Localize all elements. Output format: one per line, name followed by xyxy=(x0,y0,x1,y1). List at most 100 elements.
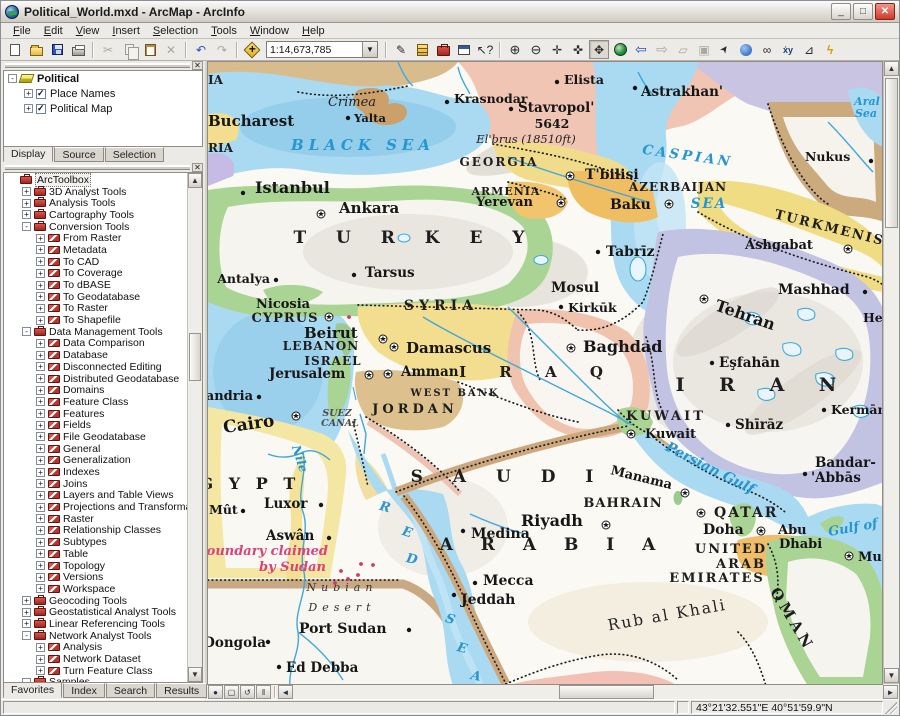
full-extent-button[interactable] xyxy=(610,40,630,59)
toolbox-item-label[interactable]: Fields xyxy=(63,419,91,431)
toolbox-item-analysis[interactable]: +Analysis xyxy=(6,642,186,654)
zoom-in-button[interactable]: ⊕ xyxy=(505,40,525,59)
pause-drawing-button[interactable]: ‖ xyxy=(256,685,271,699)
fixed-zoom-out-button[interactable]: ✜ xyxy=(568,40,588,59)
expand-icon[interactable]: + xyxy=(36,538,45,547)
new-document-button[interactable] xyxy=(5,40,25,59)
toolbox-item-label[interactable]: Network Analyst Tools xyxy=(49,630,152,642)
tab-selection[interactable]: Selection xyxy=(105,147,164,162)
toolbox-item-label[interactable]: Data Management Tools xyxy=(49,326,163,338)
toolbox-item-label[interactable]: Data Comparison xyxy=(63,337,145,349)
scroll-right-icon[interactable]: ► xyxy=(883,685,898,699)
expand-icon[interactable]: + xyxy=(36,362,45,371)
toolbox-item-projections-and-transformations[interactable]: +Projections and Transformations xyxy=(6,501,186,513)
toolbox-item-indexes[interactable]: +Indexes xyxy=(6,466,186,478)
save-button[interactable] xyxy=(47,40,67,59)
collapse-icon[interactable]: - xyxy=(8,74,17,83)
toolbox-item-database[interactable]: +Database xyxy=(6,349,186,361)
expand-icon[interactable]: + xyxy=(36,655,45,664)
scrollbar-thumb[interactable] xyxy=(189,333,201,381)
toc-close-icon[interactable]: ✕ xyxy=(192,61,203,70)
close-button[interactable]: ✕ xyxy=(875,3,895,20)
tab-display[interactable]: Display xyxy=(3,147,53,162)
toolbox-item-subtypes[interactable]: + Subtypes xyxy=(6,536,186,548)
maximize-button[interactable]: □ xyxy=(853,3,873,20)
toc-grip[interactable]: ✕ xyxy=(1,61,205,70)
toolbox-item-3d-analyst-tools[interactable]: +3D Analyst Tools xyxy=(6,186,186,198)
toolbox-item-label[interactable]: Conversion Tools xyxy=(49,221,129,233)
toolbox-item-label[interactable]: Features xyxy=(63,408,104,420)
menu-edit[interactable]: Edit xyxy=(38,24,69,38)
toolbox-item-label[interactable]: Database xyxy=(63,349,108,361)
arctoolbox-scrollbar[interactable]: ▲ ▼ xyxy=(187,173,202,682)
toolbox-item-file-geodatabase[interactable]: +File Geodatabase xyxy=(6,431,186,443)
menu-view[interactable]: View xyxy=(70,24,106,38)
expand-icon[interactable]: + xyxy=(36,386,45,395)
zoom-out-button[interactable]: ⊖ xyxy=(526,40,546,59)
toolbox-item-features[interactable]: + Features xyxy=(6,408,186,420)
toolbox-item-label[interactable]: Workspace xyxy=(63,583,115,595)
expand-icon[interactable]: + xyxy=(36,304,45,313)
scrollbar-thumb[interactable] xyxy=(559,685,654,699)
toolbox-item-label[interactable]: Subtypes xyxy=(63,536,107,548)
toolbox-item-label[interactable]: Raster xyxy=(63,513,94,525)
identify-button[interactable] xyxy=(736,40,756,59)
menu-help[interactable]: Help xyxy=(296,24,331,38)
toolbox-item-label[interactable]: Analysis xyxy=(63,641,102,653)
expand-icon[interactable]: + xyxy=(36,549,45,558)
toolbox-item-label[interactable]: Versions xyxy=(63,571,103,583)
toolbox-item-domains[interactable]: +Domains xyxy=(6,384,186,396)
toolbox-item-layers-and-table-views[interactable]: +Layers and Table Views xyxy=(6,490,186,502)
toolbox-item-versions[interactable]: +Versions xyxy=(6,571,186,583)
toolbox-item-cartography-tools[interactable]: +Cartography Tools xyxy=(6,209,186,221)
pan-button[interactable]: ✥ xyxy=(589,40,609,59)
layout-view-button[interactable]: ▢ xyxy=(224,685,239,699)
expand-icon[interactable]: + xyxy=(24,89,33,98)
expand-icon[interactable]: + xyxy=(36,444,45,453)
toolbox-item-arctoolbox[interactable]: ArcToolbox xyxy=(6,174,186,186)
toolbox-item-label[interactable]: To Shapefile xyxy=(63,314,121,326)
menu-tools[interactable]: Tools xyxy=(205,24,243,38)
layer-checkbox[interactable] xyxy=(36,104,46,114)
scroll-up-icon[interactable]: ▲ xyxy=(884,61,899,76)
toolbox-item-turn-feature-class[interactable]: +Turn Feature Class xyxy=(6,665,186,677)
toolbox-item-label[interactable]: Turn Feature Class xyxy=(63,665,152,677)
toolbox-item-label[interactable]: Geocoding Tools xyxy=(49,595,127,607)
menu-window[interactable]: Window xyxy=(244,24,295,38)
arctoolbox-window-button[interactable] xyxy=(433,40,453,59)
toolbox-item-label[interactable]: Feature Class xyxy=(63,396,128,408)
title-bar[interactable]: Political_World.mxd - ArcMap - ArcInfo _… xyxy=(1,1,899,23)
open-button[interactable] xyxy=(26,40,46,59)
toolbox-item-label[interactable]: Projections and Transformations xyxy=(63,501,203,513)
expand-icon[interactable]: + xyxy=(36,409,45,418)
expand-icon[interactable]: + xyxy=(36,257,45,266)
forward-extent-button[interactable]: ⇨ xyxy=(652,40,672,59)
select-elements-button[interactable]: ➤ xyxy=(711,36,738,63)
toolbox-item-to-geodatabase[interactable]: +To Geodatabase xyxy=(6,291,186,303)
toolbox-item-label[interactable]: Metadata xyxy=(63,244,107,256)
toolbox-item-label[interactable]: Linear Referencing Tools xyxy=(49,618,165,630)
scroll-left-icon[interactable]: ◄ xyxy=(278,685,293,699)
expand-icon[interactable]: + xyxy=(22,619,31,628)
toolbox-item-label[interactable]: Relationship Classes xyxy=(63,524,161,536)
toolbox-item-to-coverage[interactable]: +To Coverage xyxy=(6,268,186,280)
toolbox-item-samples[interactable]: -Samples xyxy=(6,677,186,683)
expand-icon[interactable]: + xyxy=(36,397,45,406)
map-canvas[interactable]: BLACK SEACASPIANSEAAralSeaPersian GulfGu… xyxy=(208,62,883,685)
toolbox-item-from-raster[interactable]: +From Raster xyxy=(6,232,186,244)
toolbox-item-label[interactable]: Topology xyxy=(63,560,105,572)
toolbox-item-label[interactable]: Geostatistical Analyst Tools xyxy=(49,606,176,618)
toolbox-item-label[interactable]: Distributed Geodatabase xyxy=(63,373,179,385)
tab-search[interactable]: Search xyxy=(106,683,155,698)
scrollbar-thumb[interactable] xyxy=(885,78,898,228)
expand-icon[interactable]: + xyxy=(22,596,31,605)
collapse-icon[interactable]: - xyxy=(22,327,31,336)
toolbox-item-to-shapefile[interactable]: +To Shapefile xyxy=(6,314,186,326)
clear-selection-button[interactable]: ▣ xyxy=(694,40,714,59)
toolbox-item-to-raster[interactable]: +To Raster xyxy=(6,303,186,315)
toolbox-item-workspace[interactable]: +Workspace xyxy=(6,583,186,595)
toolbox-item-label[interactable]: Disconnected Editing xyxy=(63,361,162,373)
expand-icon[interactable]: + xyxy=(36,491,45,500)
expand-icon[interactable]: + xyxy=(22,608,31,617)
arctoolbox-grip[interactable]: ✕ xyxy=(1,163,205,172)
